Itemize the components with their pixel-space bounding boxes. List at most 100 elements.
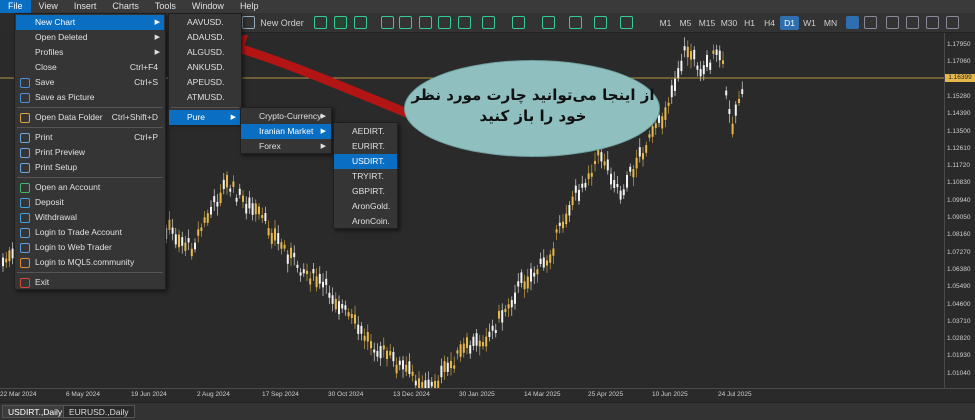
- tab-eurusd-daily[interactable]: EURUSD.,Daily: [63, 405, 135, 418]
- vertical-line-icon[interactable]: [886, 16, 899, 29]
- price-tick: 1.09050: [947, 214, 971, 221]
- menu-window[interactable]: Window: [184, 0, 232, 13]
- candle-body: [350, 314, 353, 318]
- candle-body: [171, 227, 174, 234]
- zoom-out-icon[interactable]: [399, 16, 412, 29]
- candlestick-icon[interactable]: [334, 16, 347, 29]
- file-menu-item-save[interactable]: Save Ctrl+S: [16, 75, 164, 90]
- iranian-symbol-arongold[interactable]: AronGold.: [334, 199, 397, 214]
- timeframe-w1[interactable]: W1: [800, 16, 819, 30]
- templates-icon[interactable]: [569, 16, 582, 29]
- iranian-symbol-tryirt[interactable]: TRYIRT.: [334, 169, 397, 184]
- shapes-icon[interactable]: [946, 16, 959, 29]
- timeframe-h1[interactable]: H1: [740, 16, 759, 30]
- category-item-forex[interactable]: Forex ▶: [241, 139, 331, 154]
- chart-shift-icon[interactable]: [458, 16, 471, 29]
- file-menu-item-login-to-mql5-community[interactable]: Login to MQL5.community: [16, 255, 164, 270]
- menu-insert[interactable]: Insert: [66, 0, 105, 13]
- menu-file[interactable]: File: [0, 0, 31, 13]
- tab-usdirt-daily[interactable]: USDIRT.,Daily: [2, 405, 69, 418]
- trendline-icon[interactable]: [926, 16, 939, 29]
- file-menu-item-open-data-folder[interactable]: Open Data Folder Ctrl+Shift+D: [16, 110, 164, 125]
- iranian-symbol-aroncoin[interactable]: AronCoin.: [334, 214, 397, 229]
- iranian-symbol-usdirt[interactable]: USDIRT.: [334, 154, 397, 169]
- category-label: Iranian Market: [259, 126, 314, 136]
- candle-body: [462, 343, 465, 353]
- file-menu-item-print[interactable]: Print Ctrl+P: [16, 130, 164, 145]
- autoscroll-icon[interactable]: [438, 16, 451, 29]
- file-menu-item-deposit[interactable]: Deposit: [16, 195, 164, 210]
- file-menu-item-save-as-picture[interactable]: Save as Picture: [16, 90, 164, 105]
- file-menu-item-print-setup[interactable]: Print Setup: [16, 160, 164, 175]
- time-axis[interactable]: 22 Mar 2024 6 May 2024 19 Jun 2024 2 Aug 20…: [0, 388, 975, 402]
- timeframe-h4[interactable]: H4: [760, 16, 779, 30]
- horizontal-line-icon[interactable]: [906, 16, 919, 29]
- folder-icon: [20, 113, 30, 123]
- grid-icon[interactable]: [419, 16, 432, 29]
- symbol-item-aavusd[interactable]: AAVUSD.: [169, 15, 241, 30]
- iranian-symbol-aedirt[interactable]: AEDIRT.: [334, 124, 397, 139]
- candle-body: [587, 173, 590, 180]
- candle-body: [482, 342, 484, 347]
- candle-body: [357, 324, 360, 334]
- candle-body: [629, 166, 632, 172]
- candle-body: [453, 365, 456, 369]
- timeframe-m30[interactable]: M30: [718, 16, 740, 30]
- experts-icon[interactable]: [594, 16, 607, 29]
- timeframe-d1[interactable]: D1: [780, 16, 799, 30]
- category-item-iranian-market[interactable]: Iranian Market ▶: [241, 124, 331, 139]
- candle-body: [552, 248, 555, 256]
- iranian-symbol-eurirt[interactable]: EURIRT.: [334, 139, 397, 154]
- line-chart-icon[interactable]: [354, 16, 367, 29]
- symbol-item-atmusd[interactable]: ATMUSD.: [169, 90, 241, 105]
- zoom-in-icon[interactable]: [381, 16, 394, 29]
- file-menu-item-open-an-account[interactable]: Open an Account: [16, 180, 164, 195]
- menu-view[interactable]: View: [31, 0, 66, 13]
- candle-body: [302, 269, 305, 274]
- menu-bar: File View Insert Charts Tools Window Hel…: [0, 0, 975, 13]
- symbol-item-ankusd[interactable]: ANKUSD.: [169, 60, 241, 75]
- candle-body: [578, 189, 580, 201]
- file-menu-item-exit[interactable]: Exit: [16, 275, 164, 290]
- file-menu-item-open-deleted[interactable]: Open Deleted ▶: [16, 30, 164, 45]
- indicators-icon[interactable]: [482, 16, 495, 29]
- candle-body: [661, 116, 664, 129]
- symbol-item-algusd[interactable]: ALGUSD.: [169, 45, 241, 60]
- file-menu-item-new-chart[interactable]: New Chart ▶: [16, 15, 164, 30]
- candle-body: [168, 219, 171, 230]
- price-axis[interactable]: 1.179501.170601.161701.152801.143901.135…: [944, 33, 975, 388]
- timeframe-m5[interactable]: M5: [676, 16, 695, 30]
- signals-icon[interactable]: [620, 16, 633, 29]
- objects-icon[interactable]: [512, 16, 525, 29]
- category-item-crypto-currency[interactable]: Crypto-Currency ▶: [241, 109, 331, 124]
- file-menu-item-withdrawal[interactable]: Withdrawal: [16, 210, 164, 225]
- cursor-icon[interactable]: [846, 16, 859, 29]
- file-menu-item-login-to-trade-account[interactable]: Login to Trade Account: [16, 225, 164, 240]
- timeframe-m15[interactable]: M15: [696, 16, 718, 30]
- file-menu-label: Login to Web Trader: [35, 242, 112, 252]
- menu-tools[interactable]: Tools: [147, 0, 184, 13]
- file-menu-item-close[interactable]: Close Ctrl+F4: [16, 60, 164, 75]
- crosshair-icon[interactable]: [864, 16, 877, 29]
- periods-icon[interactable]: [542, 16, 555, 29]
- timeframe-m1[interactable]: M1: [656, 16, 675, 30]
- menu-help[interactable]: Help: [232, 0, 267, 13]
- file-menu-shortcut: Ctrl+S: [134, 77, 158, 87]
- new-order-icon[interactable]: [242, 16, 255, 29]
- new-order-button[interactable]: New Order: [258, 16, 306, 30]
- symbol-item-apeusd[interactable]: APEUSD.: [169, 75, 241, 90]
- menu-charts[interactable]: Charts: [104, 0, 147, 13]
- candle-body: [526, 276, 529, 289]
- iranian-symbol-gbpirt[interactable]: GBPIRT.: [334, 184, 397, 199]
- symbol-item-pure[interactable]: Pure ▶: [169, 110, 241, 125]
- file-menu-item-profiles[interactable]: Profiles ▶: [16, 45, 164, 60]
- symbol-item-adausd[interactable]: ADAUSD.: [169, 30, 241, 45]
- file-menu-item-print-preview[interactable]: Print Preview: [16, 145, 164, 160]
- timeframe-mn[interactable]: MN: [820, 16, 841, 30]
- submenu-arrow-icon: ▶: [230, 114, 236, 121]
- current-price-label: 1.16399: [945, 74, 975, 82]
- file-menu-item-login-to-web-trader[interactable]: Login to Web Trader: [16, 240, 164, 255]
- bar-chart-icon[interactable]: [314, 16, 327, 29]
- file-menu-label: New Chart: [35, 17, 76, 27]
- candle-body: [677, 68, 680, 79]
